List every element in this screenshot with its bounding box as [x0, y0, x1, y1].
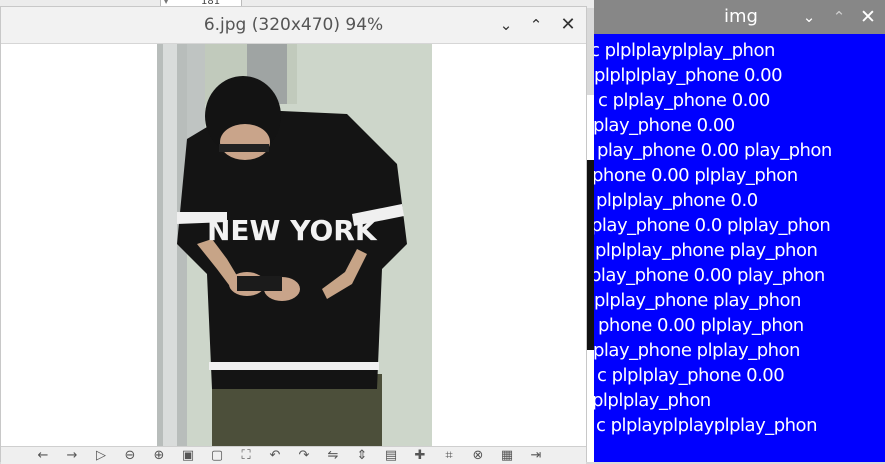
overlay-label: c plplplayplplay_phon [594, 40, 775, 61]
overlay-label: c plplplay_phone 0.00 [597, 365, 785, 386]
minimize-button[interactable]: ⌄ [495, 14, 517, 36]
img-canvas: c plplplayplplay_phon plplplplay_phone 0.… [594, 34, 885, 462]
img-title: img [724, 6, 758, 27]
photo: NEW YORK [157, 44, 432, 446]
overlay-label: play_phone plplay_phon [594, 340, 800, 361]
overlay-label: plplplay_phon [594, 390, 711, 411]
overlay-label: phone 0.00 plplay_phon [598, 315, 804, 336]
overlay-label: play_phone 0.00 play_phon [597, 140, 832, 161]
overlay-label: plplplay_phone 0.0 [596, 190, 758, 211]
viewer-titlebar[interactable]: 6.jpg (320x470) 94% ⌄ ⌃ ✕ [1, 7, 586, 44]
overlay-label: phone 0.00 plplay_phon [594, 165, 798, 186]
dropdown-arrow-icon: ▼ [163, 0, 170, 5]
img-maximize-button[interactable]: ⌃ [828, 6, 850, 28]
maximize-button[interactable]: ⌃ [525, 14, 547, 36]
close-button[interactable]: ✕ [557, 14, 579, 36]
overlay-label: plplplplay_phone 0.00 [594, 65, 783, 86]
overlay-label: play_phone 0.00 [594, 115, 735, 136]
overlay-label: c plplay_phone 0.00 [598, 90, 770, 111]
img-minimize-button[interactable]: ⌄ [798, 6, 820, 28]
image-canvas[interactable]: NEW YORK [1, 44, 586, 446]
overlay-label: plplay_phone play_phon [594, 290, 801, 311]
overlay-label: plplplay_phone play_phon [595, 240, 818, 261]
img-window: img ⌄ ⌃ ✕ c plplplayplplay_phon plplplpla… [594, 0, 885, 462]
img-close-button[interactable]: ✕ [857, 6, 879, 28]
overlay-label: c plplayplplayplplay_phon [596, 415, 817, 436]
image-viewer-window: 6.jpg (320x470) 94% ⌄ ⌃ ✕ NEW YORK ← → ▷… [0, 6, 587, 464]
overlay-label: play_phone 0.00 play_phon [594, 265, 825, 286]
img-titlebar[interactable]: img ⌄ ⌃ ✕ [594, 0, 885, 34]
person-photo-illustration: NEW YORK [157, 44, 432, 446]
shirt-print: NEW YORK [207, 214, 378, 247]
overlay-label: play_phone 0.0 plplay_phon [594, 215, 831, 236]
viewer-toolbar: ← → ▷ ⊖ ⊕ ▣ ▢ ⛶ ↶ ↷ ⇋ ⇕ ▤ ✚ ⌗ ⊗ ▦ ⇥ [1, 446, 586, 464]
